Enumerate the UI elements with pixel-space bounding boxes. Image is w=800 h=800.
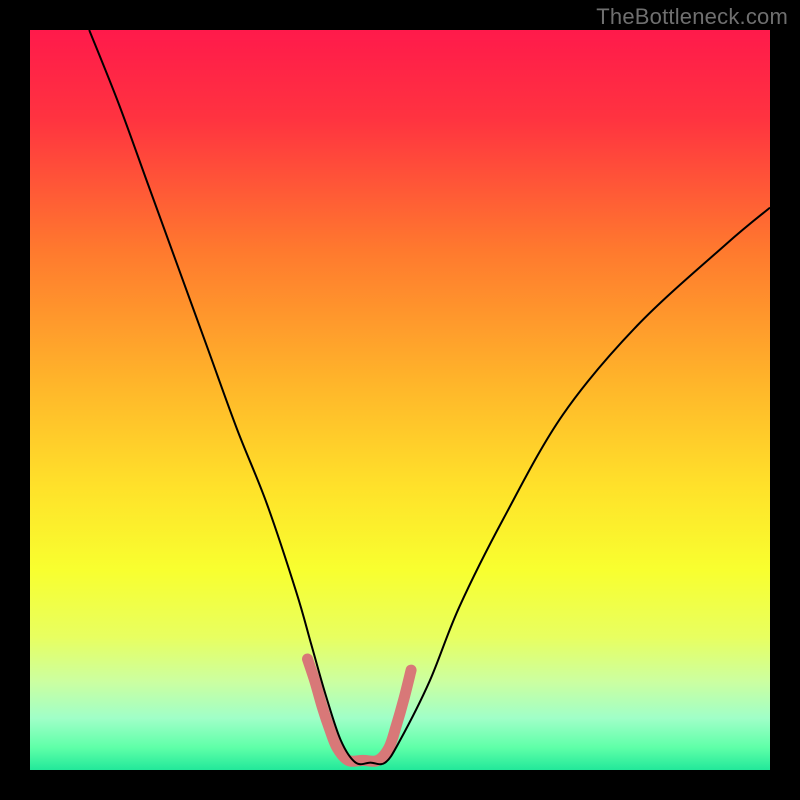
plot-background [30,30,770,770]
bottleneck-chart [0,0,800,800]
chart-frame: TheBottleneck.com [0,0,800,800]
watermark-text: TheBottleneck.com [596,4,788,30]
